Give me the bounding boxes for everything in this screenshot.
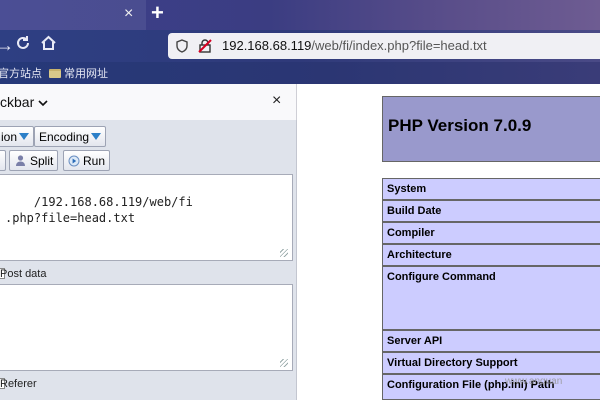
php-version-header: PHP Version 7.0.9 [382,96,600,162]
run-button[interactable]: Run [63,150,111,171]
split-icon [16,155,25,166]
load-url-dropdown[interactable]: ion [0,126,35,147]
bookmark-common-sites[interactable]: 常用网址 [49,65,108,81]
post-data-label: Post data [0,268,47,280]
url-textarea-value: /192.168.68.119/web/fi .php?file=head.tx… [5,195,193,225]
row-label: Architecture [387,249,452,261]
folder-icon [49,68,61,78]
php-version-title: PHP Version 7.0.9 [388,116,532,135]
encoding-label: Encoding [39,129,90,144]
bookmark-label: 常用网址 [64,68,108,80]
url-path: /web/fi/index.php?file=head.txt [311,38,487,53]
active-tab[interactable]: × [0,0,146,30]
run-label: Run [83,153,106,168]
tab-bar: × + [0,0,600,30]
home-icon[interactable] [40,35,57,55]
split-label: Split [30,153,54,168]
resize-grip-icon[interactable] [280,249,288,257]
load-button[interactable] [0,150,6,171]
table-row: Virtual Directory Support [382,352,600,374]
run-icon [68,155,80,166]
table-row: Server API [382,330,600,352]
sidebar-close-button[interactable]: × [272,92,281,110]
table-row: Compiler [382,222,600,244]
sidebar-header: ckbar × [0,84,297,120]
table-row: System [382,178,600,200]
dropdown-arrow-icon [91,133,102,140]
row-label: Build Date [387,205,442,217]
url-host: 192.168.68.119 [222,38,312,53]
tab-close-icon[interactable]: × [124,5,133,23]
split-button[interactable]: Split [9,150,59,171]
url-text[interactable]: 192.168.68.119/web/fi/index.php?file=hea… [222,38,487,53]
hackbar-panel: ion Encoding Split Run /192.168.68.119/w… [0,120,297,400]
sidebar-title-text: ckbar [0,94,35,110]
row-label: Compiler [387,227,435,239]
table-row: Build Date [382,200,600,222]
page-content: PHP Version 7.0.9 System Build Date Comp… [298,84,600,400]
referer-label: Referer [0,378,37,390]
watermark-text: www.anquan [505,376,563,387]
row-label: System [387,183,427,195]
row-label: Virtual Directory Support [387,357,518,369]
url-textarea[interactable]: /192.168.68.119/web/fi .php?file=head.tx… [0,174,293,261]
url-bar[interactable]: 192.168.68.119/web/fi/index.php?file=hea… [168,33,600,59]
resize-grip-icon[interactable] [280,359,288,367]
row-label: Server API [387,335,443,347]
shield-icon[interactable] [176,39,188,53]
encoding-dropdown[interactable]: Encoding [34,126,107,147]
bookmarks-bar: 官方站点 常用网址 [0,62,600,84]
reload-icon[interactable] [15,35,31,55]
chevron-down-icon [38,100,48,107]
navigation-bar: → 192.168.68.119/web/fi/index.php?file=h… [0,30,600,62]
table-row: Configuration File (php.ini) Path [382,374,600,400]
bookmark-official-site[interactable]: 官方站点 [0,65,42,81]
bookmark-label: 官方站点 [0,68,42,80]
new-tab-icon[interactable]: + [151,2,164,24]
insecure-lock-icon[interactable] [198,39,212,53]
post-data-textarea[interactable] [0,284,293,371]
table-row: Architecture [382,244,600,266]
dropdown-label: ion [1,129,18,144]
dropdown-arrow-icon [19,133,30,140]
row-label: Configure Command [387,271,496,283]
table-row: Configure Command [382,266,600,330]
forward-icon[interactable]: → [0,35,14,55]
sidebar-title[interactable]: ckbar [0,94,48,110]
